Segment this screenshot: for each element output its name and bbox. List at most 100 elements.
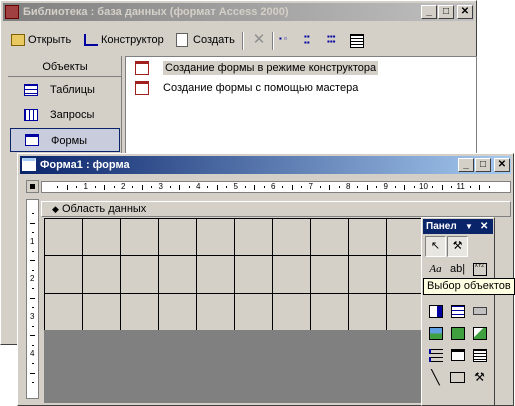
bound-object-tool[interactable] bbox=[469, 323, 490, 344]
minimize-button[interactable]: _ bbox=[458, 158, 474, 172]
large-icons-icon[interactable]: ▪ ▫ bbox=[279, 34, 295, 48]
detail-section-grid[interactable] bbox=[44, 218, 425, 331]
grid-cell bbox=[121, 293, 159, 331]
label-tool-icon: Aa bbox=[429, 263, 442, 275]
maximize-button[interactable]: □ bbox=[475, 158, 491, 172]
objects-queries-item[interactable]: Запросы bbox=[10, 103, 120, 127]
image-tool[interactable] bbox=[425, 323, 446, 344]
command-button-tool[interactable] bbox=[469, 301, 490, 322]
list-view-icon[interactable]: ▪▪▪ ▪▪▪ bbox=[327, 33, 343, 48]
ruler-tick bbox=[329, 185, 331, 190]
ruler-tick bbox=[32, 269, 34, 271]
list-box-tool[interactable] bbox=[447, 301, 468, 322]
grid-cell bbox=[83, 219, 121, 257]
close-button[interactable]: ✕ bbox=[457, 5, 473, 19]
section-arrow-icon: ◆ bbox=[52, 204, 59, 214]
grid-cell bbox=[121, 219, 159, 257]
grid-cell bbox=[197, 256, 235, 294]
objects-forms-item[interactable]: Формы bbox=[10, 128, 120, 152]
grid-cell bbox=[311, 293, 349, 331]
ruler-tick bbox=[282, 186, 284, 188]
ruler-tick bbox=[394, 186, 396, 188]
grid-cell bbox=[197, 219, 235, 257]
form-selector[interactable] bbox=[26, 180, 39, 193]
line-tool[interactable]: ╲ bbox=[425, 367, 446, 388]
objects-tables-item[interactable]: Таблицы bbox=[10, 78, 120, 102]
create-button[interactable]: Создать bbox=[175, 30, 235, 50]
ruler-number: 3 bbox=[158, 182, 163, 191]
database-icon bbox=[5, 5, 19, 19]
tab-control-tool[interactable] bbox=[447, 345, 468, 366]
list-item[interactable]: Создание формы с помощью мастера bbox=[133, 79, 358, 97]
table-icon bbox=[24, 84, 38, 96]
ruler-tick bbox=[32, 344, 34, 346]
ruler-tick bbox=[469, 186, 471, 188]
subform-tool[interactable] bbox=[469, 345, 490, 366]
grid-cell bbox=[159, 293, 197, 331]
objects-tables-label: Таблицы bbox=[50, 84, 95, 96]
ruler-tick bbox=[413, 186, 415, 188]
toolbox: Панел ▼ ✕ ↖ ⚒ Aa ab| XYZ ╲ ⚒ bbox=[421, 217, 495, 406]
grid-cell bbox=[83, 256, 121, 294]
ruler-tick bbox=[488, 186, 490, 188]
ruler-tick bbox=[32, 363, 34, 365]
ruler-tick bbox=[30, 222, 35, 224]
ruler-number: 4 bbox=[30, 349, 35, 358]
close-button[interactable]: ✕ bbox=[494, 158, 510, 172]
more-controls-tool[interactable]: ⚒ bbox=[469, 367, 490, 388]
ruler-number: 10 bbox=[419, 182, 428, 191]
unbound-object-tool[interactable] bbox=[447, 323, 468, 344]
bound-object-icon bbox=[472, 326, 487, 340]
combo-box-tool[interactable] bbox=[425, 301, 446, 322]
grid-cell bbox=[311, 219, 349, 257]
textbox-tool-icon: ab| bbox=[449, 263, 466, 275]
minimize-button[interactable]: _ bbox=[421, 5, 437, 19]
ruler-tick bbox=[32, 213, 34, 215]
form-selector-mark bbox=[30, 184, 35, 189]
ruler-tick bbox=[141, 185, 143, 190]
ruler-tick bbox=[441, 185, 443, 190]
details-view-icon[interactable] bbox=[350, 34, 364, 48]
label-tool[interactable]: Aa bbox=[425, 259, 446, 280]
page-break-tool[interactable] bbox=[425, 345, 446, 366]
objects-header: Объекты bbox=[8, 58, 122, 77]
form-window-titlebar[interactable]: Форма1 : форма bbox=[20, 156, 511, 174]
delete-icon[interactable]: ✕ bbox=[251, 32, 267, 48]
grid-cell bbox=[235, 293, 273, 331]
open-icon bbox=[11, 34, 25, 46]
select-objects-tool[interactable]: ↖ bbox=[425, 236, 446, 257]
ruler-number: 11 bbox=[456, 182, 465, 191]
dropdown-arrow-icon[interactable]: ▼ bbox=[465, 219, 473, 234]
toolbox-titlebar[interactable]: Панел ▼ ✕ bbox=[423, 219, 493, 234]
textbox-tool[interactable]: ab| bbox=[447, 259, 468, 280]
ruler-tick bbox=[207, 186, 209, 188]
open-button[interactable]: Открыть bbox=[10, 30, 71, 50]
designer-button[interactable]: Конструктор bbox=[83, 30, 164, 50]
ruler-tick bbox=[132, 186, 134, 188]
rectangle-tool[interactable] bbox=[447, 367, 468, 388]
small-icons-icon[interactable]: ▪▪ ▪▪ bbox=[304, 33, 320, 48]
database-window-titlebar[interactable]: Библиотека : база данных (формат Access … bbox=[3, 3, 474, 21]
ruler-tick bbox=[32, 382, 34, 384]
control-wizards-tool[interactable]: ⚒ bbox=[447, 236, 468, 257]
ruler-number: 3 bbox=[30, 311, 35, 321]
list-item[interactable]: Создание формы в режиме конструктора bbox=[133, 59, 379, 77]
toolbar-separator bbox=[242, 32, 244, 50]
toggle-button-tool[interactable]: XYZ bbox=[469, 259, 490, 280]
form-window-title: Форма1 : форма bbox=[40, 159, 130, 171]
toolbox-close-icon[interactable]: ✕ bbox=[480, 219, 488, 234]
ruler-number: 7 bbox=[308, 182, 313, 191]
grid-cell bbox=[83, 293, 121, 331]
wizard-form-icon bbox=[135, 81, 149, 95]
list-item-label: Создание формы в режиме конструктора bbox=[163, 61, 379, 75]
detail-section-header[interactable]: ◆ Область данных bbox=[41, 201, 511, 217]
ruler-tick bbox=[376, 186, 378, 188]
ruler-tick bbox=[254, 185, 256, 190]
ruler-tick bbox=[151, 186, 153, 188]
tooltip: Выбор объектов bbox=[423, 278, 515, 295]
wizard-form-icon bbox=[135, 61, 149, 75]
maximize-button[interactable]: □ bbox=[438, 5, 454, 19]
ruler-tick bbox=[179, 185, 181, 190]
wand-icon: ⚒ bbox=[452, 240, 463, 252]
ruler-tick bbox=[432, 186, 434, 188]
